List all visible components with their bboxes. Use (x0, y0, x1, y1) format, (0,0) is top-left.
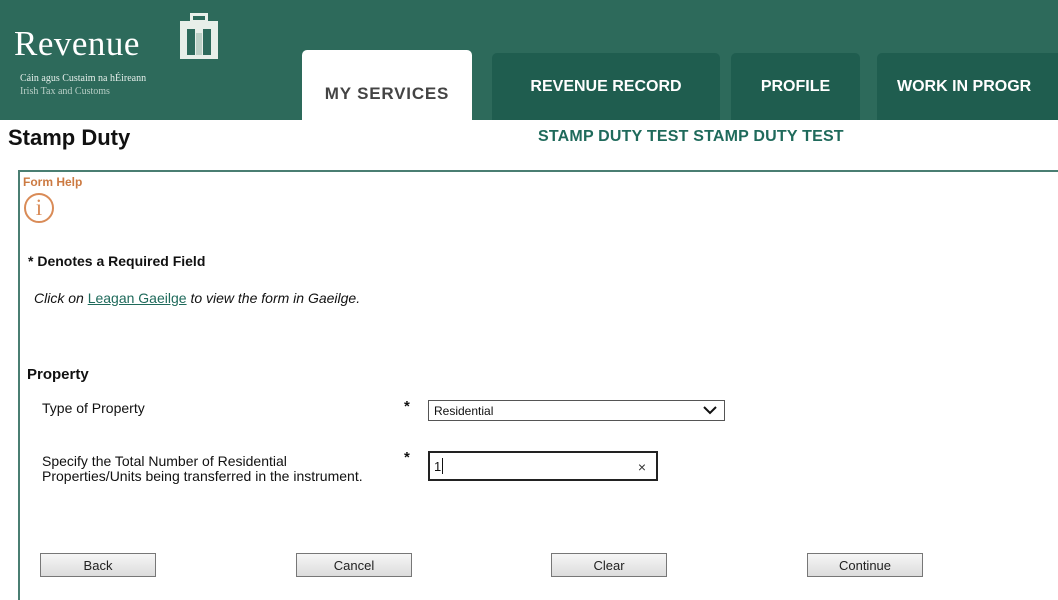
form-container (18, 170, 1058, 600)
info-icon[interactable]: i (24, 193, 54, 223)
required-asterisk: * (404, 398, 410, 415)
logo-title[interactable]: Revenue (14, 24, 140, 64)
text-cursor (442, 458, 444, 474)
chevron-down-icon (703, 406, 717, 415)
form-help-link[interactable]: Form Help (23, 175, 82, 189)
clear-button[interactable]: Clear (551, 553, 667, 577)
tab-label: WORK IN PROGR (897, 77, 1032, 95)
site-header: Revenue Cáin agus Custaim na hÉireann Ir… (0, 0, 1058, 120)
language-note-prefix: Click on (34, 290, 88, 306)
property-count-label: Specify the Total Number of Residential … (42, 453, 363, 484)
required-asterisk: * (404, 449, 410, 466)
logo-irish-line: Cáin agus Custaim na hÉireann (20, 73, 147, 84)
page-subtitle: STAMP DUTY TEST STAMP DUTY TEST (538, 128, 844, 145)
cancel-button[interactable]: Cancel (296, 553, 412, 577)
tab-my-services[interactable]: MY SERVICES (302, 50, 472, 170)
clear-input-icon[interactable]: × (638, 459, 646, 475)
back-button[interactable]: Back (40, 553, 156, 577)
section-title-property: Property (27, 366, 89, 383)
leagan-gaeilge-link[interactable]: Leagan Gaeilge (88, 290, 187, 306)
type-of-property-select[interactable]: Residential (428, 400, 725, 421)
tab-profile[interactable]: PROFILE (731, 53, 860, 120)
tab-label: REVENUE RECORD (530, 77, 682, 95)
language-note: Click on Leagan Gaeilge to view the form… (34, 290, 360, 306)
page-title: Stamp Duty (8, 125, 131, 150)
property-count-value: 1 (434, 458, 442, 474)
required-field-note: * Denotes a Required Field (28, 253, 206, 269)
type-of-property-label: Type of Property (42, 400, 145, 416)
property-count-input[interactable]: 1 × (428, 451, 658, 481)
tab-label: PROFILE (760, 77, 831, 95)
continue-button[interactable]: Continue (807, 553, 923, 577)
harp-building-crest-icon (180, 13, 218, 59)
tab-revenue-record[interactable]: REVENUE RECORD (492, 53, 720, 120)
logo-english-line: Irish Tax and Customs (20, 86, 110, 97)
tab-work-in-progress[interactable]: WORK IN PROGR (877, 53, 1058, 120)
language-note-suffix: to view the form in Gaeilge. (186, 290, 361, 306)
type-of-property-value: Residential (434, 403, 494, 418)
tab-label: MY SERVICES (324, 84, 450, 103)
